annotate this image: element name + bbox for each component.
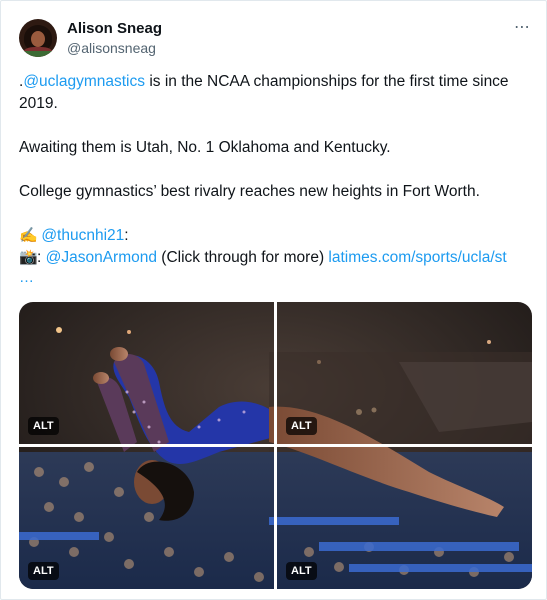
tweet-text-line-3: Awaiting them is Utah, No. 1 Oklahoma an… [19, 139, 391, 156]
media-grid: ALT ALT ALT ALT [19, 302, 532, 589]
photo-tile-3[interactable]: ALT [19, 447, 274, 589]
text-segment: is in the NCAA championships for the fir… [145, 73, 509, 90]
article-link[interactable]: latimes.com/sports/ucla/st [328, 249, 506, 266]
author-handle[interactable]: @alisonsneag [67, 40, 156, 56]
alt-badge[interactable]: ALT [286, 562, 317, 580]
photo-credit: 📸: @JasonArmond (Click through for more)… [19, 247, 507, 269]
mention-uclagymnastics[interactable]: @uclagymnastics [23, 73, 145, 90]
writer-colon: : [124, 227, 129, 244]
tweet-card: Alison Sneag @alisonsneag ⋯ .@uclagymnas… [0, 0, 547, 600]
tweet-text-line-2: 2019. [19, 95, 58, 112]
author-name[interactable]: Alison Sneag [67, 20, 162, 37]
writing-hand-icon: ✍️ [19, 227, 38, 244]
mention-jasonarmond[interactable]: @JasonArmond [46, 249, 157, 266]
photo-tile-2[interactable]: ALT [277, 302, 532, 444]
writer-credit: ✍️ @thucnhi21: [19, 225, 129, 247]
truncation-ellipsis[interactable]: … [19, 267, 34, 289]
photo-tile-4[interactable]: ALT [277, 447, 532, 589]
alt-badge[interactable]: ALT [28, 417, 59, 435]
tweet-text-line-1: .@uclagymnastics is in the NCAA champion… [19, 71, 509, 93]
more-options-icon[interactable]: ⋯ [512, 18, 532, 38]
tweet-text-line-4: College gymnastics’ best rivalry reaches… [19, 183, 480, 200]
camera-colon: : [37, 249, 46, 266]
click-note: (Click through for more) [157, 249, 329, 266]
avatar[interactable] [19, 19, 57, 57]
mention-thucnhi21[interactable]: @thucnhi21 [41, 227, 124, 244]
photo-tile-1[interactable]: ALT [19, 302, 274, 444]
alt-badge[interactable]: ALT [286, 417, 317, 435]
alt-badge[interactable]: ALT [28, 562, 59, 580]
camera-icon: 📸 [19, 249, 38, 266]
